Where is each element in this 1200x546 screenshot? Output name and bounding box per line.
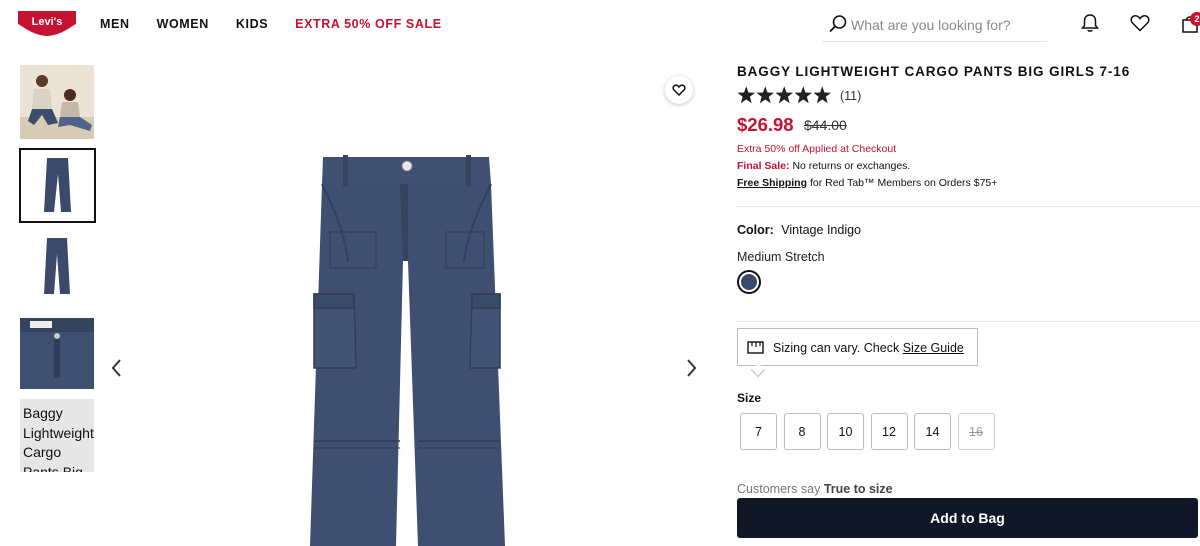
size-guide-link[interactable]: Size Guide	[903, 341, 964, 355]
heart-icon[interactable]	[1130, 14, 1150, 32]
size-option-12[interactable]: 12	[870, 413, 908, 450]
star-icon	[794, 86, 813, 104]
final-sale-text: No returns or exchanges.	[792, 160, 911, 172]
nav-kids[interactable]: KIDS	[236, 17, 268, 31]
site-header: Levi's MEN WOMEN KIDS EXTRA 50% OFF SALE…	[0, 0, 1200, 50]
review-count[interactable]: (11)	[840, 89, 861, 103]
rating-stars[interactable]	[737, 86, 832, 104]
fit-note-prefix: Customers say	[737, 482, 821, 496]
size-label: Size	[737, 391, 762, 405]
add-to-bag-button[interactable]: Add to Bag	[737, 498, 1198, 538]
thumbnail-back[interactable]	[20, 232, 94, 304]
pants-detail-thumb	[20, 318, 94, 389]
star-icon	[813, 86, 832, 104]
size-option-8[interactable]: 8	[783, 413, 821, 450]
size-option-7[interactable]: 7	[740, 413, 777, 450]
fit-note-value: True to size	[823, 482, 893, 496]
heart-icon	[672, 84, 686, 96]
tooltip-tail	[750, 362, 766, 378]
thumbnail-alt-text[interactable]: Baggy Lightweight Cargo Pants Big	[20, 399, 94, 472]
size-option-14[interactable]: 14	[914, 413, 951, 450]
bag-count-badge: 2	[1190, 12, 1200, 26]
product-title: BAGGY LIGHTWEIGHT CARGO PANTS BIG GIRLS …	[737, 64, 1131, 79]
add-to-wishlist-button[interactable]	[665, 76, 693, 104]
nav-men[interactable]: MEN	[100, 17, 130, 31]
main-nav: MEN WOMEN KIDS EXTRA 50% OFF SALE	[100, 17, 469, 31]
color-swatch-vintage-indigo[interactable]	[737, 270, 761, 294]
final-sale-label: Final Sale:	[737, 160, 790, 172]
search-bar	[822, 10, 1047, 42]
promo-text: Extra 50% off Applied at Checkout	[737, 143, 897, 155]
star-icon	[756, 86, 775, 104]
size-option-16-unavailable[interactable]: 16	[957, 413, 995, 450]
thumbnail-lifestyle[interactable]	[20, 65, 94, 139]
divider	[737, 321, 1200, 322]
next-image-arrow[interactable]	[686, 358, 698, 378]
final-sale-notice: Final Sale: No returns or exchanges.	[737, 160, 910, 172]
product-main-image	[100, 56, 712, 546]
levis-logo[interactable]: Levi's	[18, 9, 76, 37]
thumbnail-front[interactable]	[19, 148, 96, 223]
size-tip-box: Sizing can vary. Check Size Guide	[737, 328, 978, 378]
ruler-icon	[747, 341, 764, 354]
size-tip-message: Sizing can vary. Check	[773, 341, 900, 355]
fit-label: Medium Stretch	[737, 250, 825, 264]
size-tip-text: Sizing can vary. Check Size Guide	[773, 341, 964, 355]
swatch-fill	[741, 274, 757, 290]
pants-front-thumb	[44, 158, 71, 212]
color-label: Color:	[737, 223, 774, 237]
search-icon[interactable]	[829, 15, 847, 33]
fit-note: Customers say True to size	[737, 482, 893, 496]
divider	[737, 206, 1200, 207]
nav-sale[interactable]: EXTRA 50% OFF SALE	[295, 17, 441, 31]
color-line: Color: Vintage Indigo	[737, 223, 861, 237]
size-selector: 7 8 10 12 14 16	[740, 413, 1001, 450]
original-price: $44.00	[804, 117, 847, 133]
bell-icon[interactable]	[1081, 13, 1099, 33]
free-shipping-link[interactable]: Free Shipping	[737, 177, 807, 189]
star-icon	[775, 86, 794, 104]
lifestyle-photo	[20, 65, 94, 139]
shipping-notice: Free Shipping for Red Tab™ Members on Or…	[737, 177, 997, 189]
previous-image-arrow[interactable]	[110, 358, 122, 378]
svg-text:Levi's: Levi's	[32, 16, 63, 28]
pants-back-thumb	[44, 238, 70, 294]
search-input[interactable]	[851, 15, 1041, 35]
thumbnail-detail[interactable]	[20, 318, 94, 389]
size-option-10[interactable]: 10	[827, 413, 864, 450]
sale-price: $26.98	[737, 114, 794, 135]
nav-women[interactable]: WOMEN	[157, 17, 209, 31]
star-icon	[737, 86, 756, 104]
shipping-text: for Red Tab™ Members on Orders $75+	[809, 177, 998, 189]
color-value: Vintage Indigo	[781, 223, 861, 237]
